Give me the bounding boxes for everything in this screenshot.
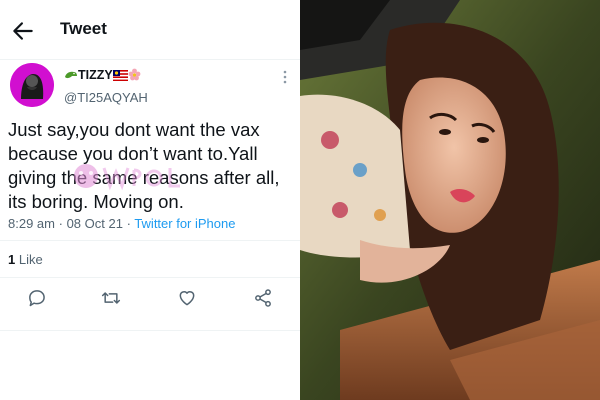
crocodile-emoji-icon	[65, 71, 77, 79]
likes-count[interactable]: 1 Like	[8, 252, 43, 267]
heart-icon[interactable]	[177, 288, 197, 308]
meta-divider	[0, 240, 300, 241]
avatar-figure	[10, 63, 54, 107]
tweet-panel: Tweet TIZZY @TI25AQYAH Just say,you dont…	[0, 0, 300, 400]
tweet-date[interactable]: 08 Oct 21	[67, 216, 123, 231]
tweet-meta: 8:29 am · 08 Oct 21 · Twitter for iPhone	[8, 216, 235, 231]
page-title: Tweet	[60, 19, 107, 38]
display-name-text: TIZZY	[78, 68, 113, 82]
retweet-icon[interactable]	[101, 288, 121, 308]
tweet-text: Just say,you dont want the vax because y…	[8, 119, 280, 212]
user-handle[interactable]: @TI25AQYAH	[64, 90, 148, 105]
arrow-left-icon[interactable]	[10, 18, 36, 44]
photo-illustration	[300, 0, 600, 400]
like-count-label: Like	[18, 252, 43, 267]
reply-icon[interactable]	[27, 288, 47, 308]
like-count-value: 1	[8, 252, 16, 267]
share-icon[interactable]	[253, 288, 273, 308]
header: Tweet	[0, 0, 300, 60]
tweet-time: 8:29 am	[8, 216, 55, 231]
more-vertical-icon[interactable]	[278, 70, 292, 84]
display-name[interactable]: TIZZY	[64, 68, 141, 82]
tweet-source-link[interactable]: Twitter for iPhone	[134, 216, 235, 231]
likes-divider	[0, 277, 300, 278]
woman-in-car-photo	[300, 0, 600, 400]
header-divider	[0, 59, 300, 60]
blossom-emoji-icon	[128, 68, 141, 81]
meta-separator: ·	[58, 216, 63, 231]
meta-separator: ·	[126, 216, 131, 231]
malaysia-flag-icon	[112, 70, 128, 81]
avatar[interactable]	[10, 63, 54, 107]
actions-divider	[0, 330, 300, 331]
